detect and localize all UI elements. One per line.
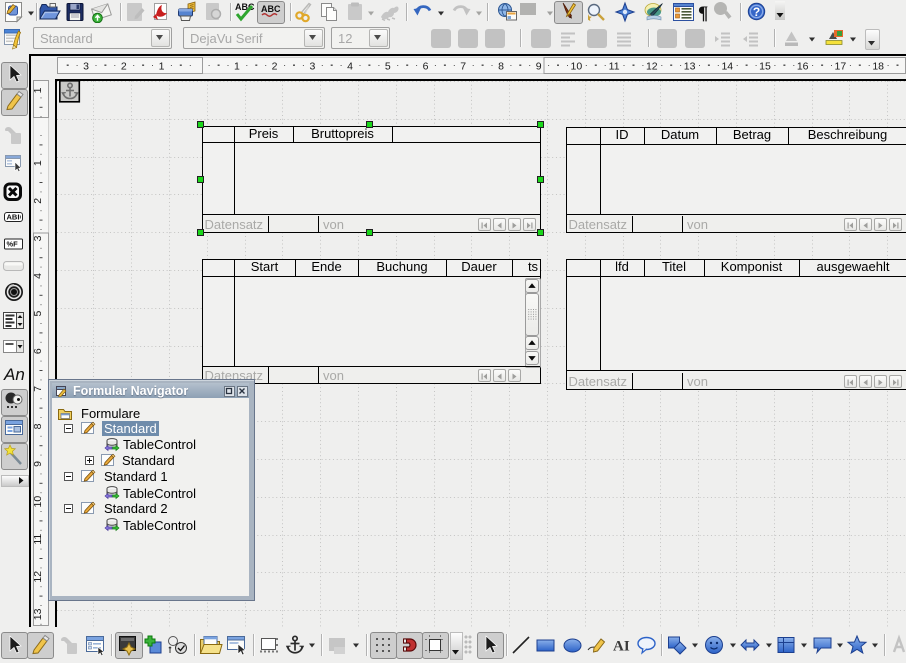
- svg-text:2: 2: [121, 61, 127, 73]
- svg-text:15: 15: [759, 61, 771, 73]
- svg-text:4: 4: [33, 273, 44, 279]
- svg-text:6: 6: [423, 61, 429, 73]
- svg-text:13: 13: [33, 608, 44, 620]
- svg-text:1: 1: [33, 87, 44, 93]
- svg-text:8: 8: [498, 61, 504, 73]
- svg-text:AI: AI: [613, 639, 630, 655]
- svg-text:AB: AB: [7, 213, 18, 222]
- svg-text:2: 2: [272, 61, 278, 73]
- svg-text:9: 9: [536, 61, 542, 73]
- svg-text:12: 12: [646, 61, 658, 73]
- svg-text:3: 3: [83, 61, 89, 73]
- svg-text:7: 7: [33, 386, 44, 392]
- svg-text:3: 3: [33, 235, 44, 241]
- svg-text:14: 14: [721, 61, 733, 73]
- svg-text:1: 1: [234, 61, 240, 73]
- svg-text:1: 1: [159, 61, 165, 73]
- svg-text:11: 11: [33, 534, 44, 545]
- svg-text:5: 5: [33, 311, 44, 317]
- svg-text:18: 18: [872, 61, 884, 73]
- svg-text:4: 4: [347, 61, 353, 73]
- svg-text:13: 13: [684, 61, 696, 73]
- svg-text:10: 10: [571, 61, 583, 73]
- svg-text:¶: ¶: [698, 3, 708, 23]
- svg-text:6: 6: [33, 348, 44, 354]
- svg-text:12: 12: [33, 571, 44, 583]
- svg-text:2: 2: [33, 198, 44, 204]
- svg-text:5: 5: [385, 61, 391, 73]
- svg-text:ABC: ABC: [261, 4, 281, 14]
- svg-text:?: ?: [753, 5, 760, 19]
- svg-text:16: 16: [797, 61, 809, 73]
- svg-text:%F: %F: [7, 240, 19, 249]
- svg-text:17: 17: [835, 61, 847, 73]
- svg-text:10: 10: [33, 496, 44, 508]
- svg-text:8: 8: [33, 423, 44, 429]
- svg-text:An: An: [3, 365, 25, 384]
- svg-text:9: 9: [33, 461, 44, 467]
- svg-text:3: 3: [309, 61, 315, 73]
- svg-text:1: 1: [33, 160, 44, 166]
- svg-text:11: 11: [609, 61, 620, 73]
- svg-text:7: 7: [460, 61, 466, 73]
